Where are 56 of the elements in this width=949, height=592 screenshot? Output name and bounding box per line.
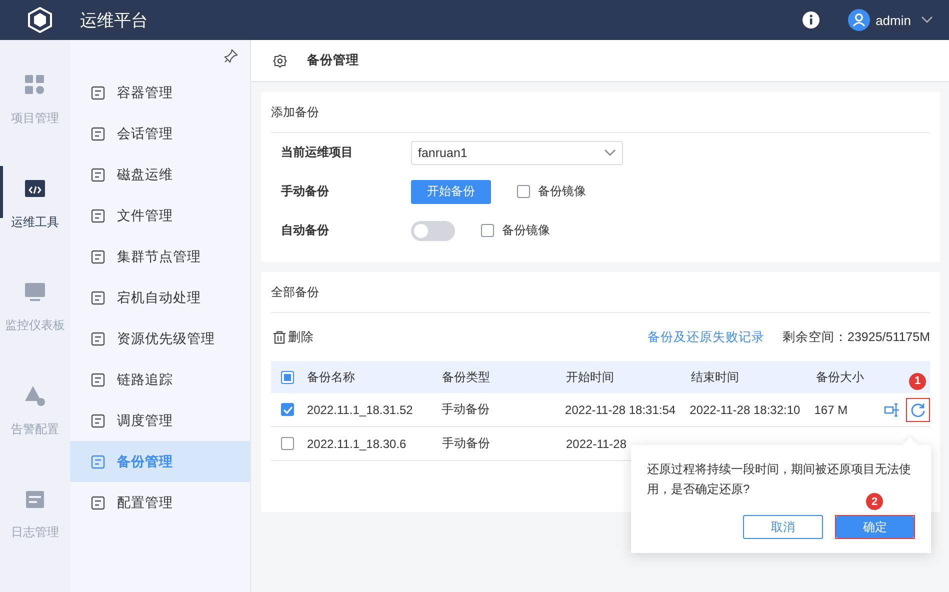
column-header: 备份类型 (442, 368, 491, 386)
calendar-icon (24, 488, 46, 510)
menu-item[interactable]: 文件管理 (70, 195, 250, 236)
info-icon[interactable] (802, 11, 820, 29)
chevron-down-icon (604, 148, 616, 156)
checkbox[interactable] (481, 224, 494, 237)
section-title: 添加备份 (271, 104, 319, 120)
menu-item[interactable]: 磁盘运维 (70, 154, 250, 195)
code-window-icon (24, 178, 46, 200)
gear-icon (273, 54, 287, 68)
menu-item[interactable]: 链路追踪 (70, 359, 250, 400)
table-cell-text: 2022-11-28 (566, 436, 628, 450)
column-header: 备份大小 (816, 368, 865, 386)
checkbox-label: 备份镜像 (502, 222, 550, 239)
menu-item[interactable]: 会话管理 (70, 113, 250, 154)
monitor-icon (24, 281, 46, 304)
menu-item[interactable]: 容器管理 (70, 72, 250, 113)
table-cell-text: 167 M (814, 402, 849, 416)
cube-logo-icon (26, 6, 54, 34)
user-avatar-icon[interactable] (848, 9, 870, 31)
table-cell-text: 手动备份 (442, 435, 491, 452)
menu-item[interactable]: 集群节点管理 (70, 236, 250, 277)
field-label: 当前运维项目 (280, 144, 354, 161)
table-cell-text: 手动备份 (441, 401, 490, 418)
menu-item[interactable]: 调度管理 (70, 400, 250, 441)
column-header: 结束时间 (691, 368, 740, 386)
row-checkbox[interactable] (281, 437, 294, 450)
chevron-down-icon[interactable] (921, 16, 933, 24)
page-title: 备份管理 (307, 52, 359, 69)
table-cell-text: 2022-11-28 18:31:54 (565, 402, 677, 416)
column-header: 备份名称 (307, 368, 356, 386)
table-cell-text: 2022-11-28 18:32:10 (690, 402, 802, 416)
pin-icon[interactable] (224, 49, 238, 63)
project-select[interactable]: fanruan1 (411, 140, 623, 164)
trash-icon (273, 330, 286, 344)
section-title: 全部备份 (271, 284, 319, 300)
remaining-space-text: 剩余空间：23925/51175M (782, 328, 930, 346)
column-header: 开始时间 (566, 368, 615, 386)
app-title: 运维平台 (80, 10, 148, 32)
menu-item[interactable]: 资源优先级管理 (70, 318, 250, 359)
field-label: 手动备份 (280, 183, 330, 200)
checkbox[interactable] (517, 185, 530, 198)
menu-item[interactable]: 配置管理 (70, 482, 250, 523)
field-label: 自动备份 (280, 222, 330, 239)
table-cell-text: 2022.11.1_18.31.52 (306, 402, 414, 416)
delete-button[interactable]: 删除 (271, 328, 314, 346)
step-badge: 2 (866, 493, 883, 510)
table-cell-text: 2022.11.1_18.30.6 (307, 436, 408, 450)
select-all-checkbox[interactable] (281, 370, 294, 384)
user-name[interactable]: admin (876, 12, 911, 28)
row-checkbox[interactable] (281, 403, 294, 416)
restore-mirror-icon[interactable] (884, 402, 900, 416)
checkbox-label: 备份镜像 (538, 183, 586, 200)
refresh-icon[interactable] (910, 402, 926, 418)
toggle-switch[interactable] (411, 220, 455, 240)
menu-item[interactable]: 宕机自动处理 (70, 277, 250, 318)
